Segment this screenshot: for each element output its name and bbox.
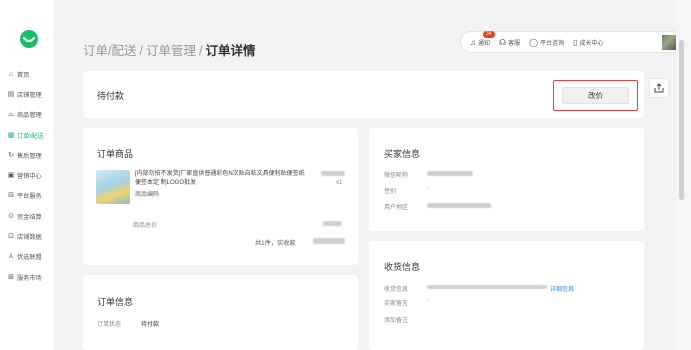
order-status-value: 待付款 bbox=[141, 322, 160, 328]
shipping-info-card: 收货信息 收货信息 详细信息 买家留言 - 添加备注 bbox=[369, 241, 644, 350]
book-icon: ▯ bbox=[573, 37, 578, 47]
subtotal-value-redacted bbox=[323, 221, 342, 226]
sidebar-item-label: 优选联盟 bbox=[17, 254, 42, 262]
customer-service-button[interactable]: ☊ 客服 bbox=[499, 38, 520, 47]
breadcrumb-separator: / bbox=[139, 44, 143, 58]
breadcrumb-orders[interactable]: 订单/配送 bbox=[83, 44, 136, 58]
sidebar-item-label: 资金结算 bbox=[17, 213, 42, 221]
sidebar-item-label: 服务市场 bbox=[17, 274, 42, 282]
page-title: 订单详情 bbox=[205, 44, 256, 58]
region-value-redacted bbox=[427, 203, 491, 208]
sidebar-item-label: 订单/配送 bbox=[17, 132, 44, 140]
product-price-redacted bbox=[321, 171, 345, 176]
sidebar-item-home[interactable]: ⌂ 首页 bbox=[0, 64, 55, 84]
sidebar-item-label: 店铺管理 bbox=[17, 91, 42, 99]
feedback-button[interactable]: ◯ 平台咨询 bbox=[529, 38, 564, 47]
order-status-title: 待付款 bbox=[97, 91, 125, 101]
shop-icon: ▤ bbox=[7, 90, 15, 98]
breadcrumb-separator: / bbox=[198, 44, 203, 58]
sidebar-item-service[interactable]: ⊟ 平台服务 bbox=[0, 186, 55, 206]
sidebar-item-bag[interactable]: ⌓ 商品管理 bbox=[0, 105, 55, 125]
sidebar-item-market[interactable]: ⊞ 服务市场 bbox=[0, 267, 55, 287]
sidebar-item-data[interactable]: ⊡ 店铺数据 bbox=[0, 226, 55, 246]
top-toolbar: ♫ 通知 34 ☊ 客服 ◯ 平台咨询 ▯ 成长中心 bbox=[460, 30, 683, 53]
sidebar-item-label: 商品管理 bbox=[17, 112, 42, 120]
sidebar-item-marketing[interactable]: ▣ 营销中心 bbox=[0, 165, 55, 185]
order-status-card: 待付款 改价 bbox=[83, 71, 644, 118]
sidebar-item-label: 店铺数据 bbox=[17, 234, 42, 242]
logo-icon bbox=[20, 30, 38, 48]
sidebar: ⌂ 首页 ▤ 店铺管理 ⌓ 商品管理 ▦ 订单/配送 ↻ 售后管理 ▣ 营销中心 ⊟ 平台服务 ⊙ 资金结算 ⊡… bbox=[0, 0, 55, 350]
product-image[interactable] bbox=[96, 170, 130, 204]
gender-value: - bbox=[427, 186, 429, 192]
products-title: 订单商品 bbox=[97, 149, 134, 159]
service-label: 客服 bbox=[508, 40, 521, 47]
refund-icon: ↻ bbox=[8, 151, 14, 159]
page-header: 订单/配送 / 订单管理 / 订单详情 ♫ 通知 34 ☊ 客服 ◯ 平台咨询 ▯ 成长… bbox=[56, 0, 683, 72]
buyer-message-value: - bbox=[427, 298, 429, 304]
breadcrumb-order-management[interactable]: 订单管理 bbox=[146, 44, 196, 58]
product-name[interactable]: [内部勿拍不发货]厂家直供普通彩色N次贴自粘文具便利贴便签纸便签本定 制LOGO… bbox=[135, 170, 307, 187]
breadcrumb: 订单/配送 / 订单管理 / 订单详情 bbox=[83, 40, 255, 59]
home-icon: ⌂ bbox=[8, 70, 14, 78]
marketing-icon: ▣ bbox=[7, 172, 15, 180]
scrollbar-thumb[interactable] bbox=[679, 40, 684, 200]
data-icon: ⊡ bbox=[8, 233, 14, 241]
bell-icon: ♫ bbox=[470, 37, 476, 47]
gender-label: 性别 bbox=[384, 189, 397, 195]
reprice-highlight: 改价 bbox=[553, 80, 638, 111]
order-icon: ▦ bbox=[7, 131, 15, 139]
growth-center-button[interactable]: ▯ 成长中心 bbox=[573, 38, 603, 47]
avatar[interactable] bbox=[662, 35, 677, 50]
sidebar-item-money[interactable]: ⊙ 资金结算 bbox=[0, 206, 55, 226]
sidebar-item-refund[interactable]: ↻ 售后管理 bbox=[0, 145, 55, 165]
order-products-card: 订单商品 [内部勿拍不发货]厂家直供普通彩色N次贴自粘文具便利贴便签纸便签本定 … bbox=[83, 128, 358, 265]
market-icon: ⊞ bbox=[8, 273, 14, 281]
notify-button[interactable]: ♫ 通知 34 bbox=[470, 30, 495, 47]
sidebar-item-label: 营销中心 bbox=[17, 173, 42, 181]
address-label: 收货信息 bbox=[384, 287, 409, 293]
sidebar-item-order[interactable]: ▦ 订单/配送 bbox=[0, 125, 55, 145]
shipping-info-title: 收货信息 bbox=[384, 262, 421, 272]
order-status-label: 订单状态 bbox=[97, 322, 122, 328]
sidebar-item-label: 平台服务 bbox=[17, 193, 42, 201]
total-label: 共1件，实收款 bbox=[255, 240, 296, 247]
sidebar-nav: ⌂ 首页 ▤ 店铺管理 ⌓ 商品管理 ▦ 订单/配送 ↻ 售后管理 ▣ 营销中心 ⊟ 平台服务 ⊙ 资金结算 ⊡… bbox=[0, 64, 55, 287]
union-icon: ⅄ bbox=[8, 253, 14, 261]
growth-label: 成长中心 bbox=[579, 40, 604, 47]
product-quantity: x1 bbox=[336, 180, 343, 186]
address-detail-link[interactable]: 详细信息 bbox=[550, 284, 574, 293]
address-value-redacted bbox=[427, 285, 547, 289]
sidebar-item-label: 首页 bbox=[17, 71, 30, 79]
reprice-button[interactable]: 改价 bbox=[562, 87, 629, 104]
bag-icon: ⌓ bbox=[8, 111, 14, 119]
wechat-nickname-redacted bbox=[427, 171, 473, 176]
buyer-info-card: 买家信息 微信昵称 性别 - 用户地区 bbox=[369, 128, 644, 231]
headset-icon: ☊ bbox=[499, 37, 507, 47]
sidebar-item-union[interactable]: ⅄ 优选联盟 bbox=[0, 247, 55, 267]
export-glyph-icon bbox=[654, 83, 664, 93]
wechat-nickname-label: 微信昵称 bbox=[384, 173, 409, 179]
buyer-info-title: 买家信息 bbox=[384, 149, 421, 159]
export-icon[interactable] bbox=[649, 78, 669, 98]
order-info-card: 订单信息 订单状态 待付款 bbox=[83, 275, 358, 350]
subtotal-label: 商品总价 bbox=[133, 223, 158, 229]
add-note-link[interactable]: 添加备注 bbox=[384, 315, 408, 324]
sidebar-item-shop[interactable]: ▤ 店铺管理 bbox=[0, 84, 55, 104]
product-code-label: 商品编码 bbox=[135, 192, 160, 198]
chat-icon: ◯ bbox=[529, 37, 539, 47]
money-icon: ⊙ bbox=[8, 212, 14, 220]
service-icon: ⊟ bbox=[8, 192, 14, 200]
feedback-label: 平台咨询 bbox=[540, 40, 565, 47]
total-value-redacted bbox=[313, 238, 345, 244]
sidebar-item-label: 售后管理 bbox=[17, 152, 42, 160]
notify-label: 通知 bbox=[478, 40, 491, 47]
buyer-message-label: 买家留言 bbox=[384, 301, 409, 307]
notification-count-badge: 34 bbox=[483, 30, 495, 38]
order-info-title: 订单信息 bbox=[97, 297, 134, 307]
region-label: 用户地区 bbox=[384, 205, 409, 211]
